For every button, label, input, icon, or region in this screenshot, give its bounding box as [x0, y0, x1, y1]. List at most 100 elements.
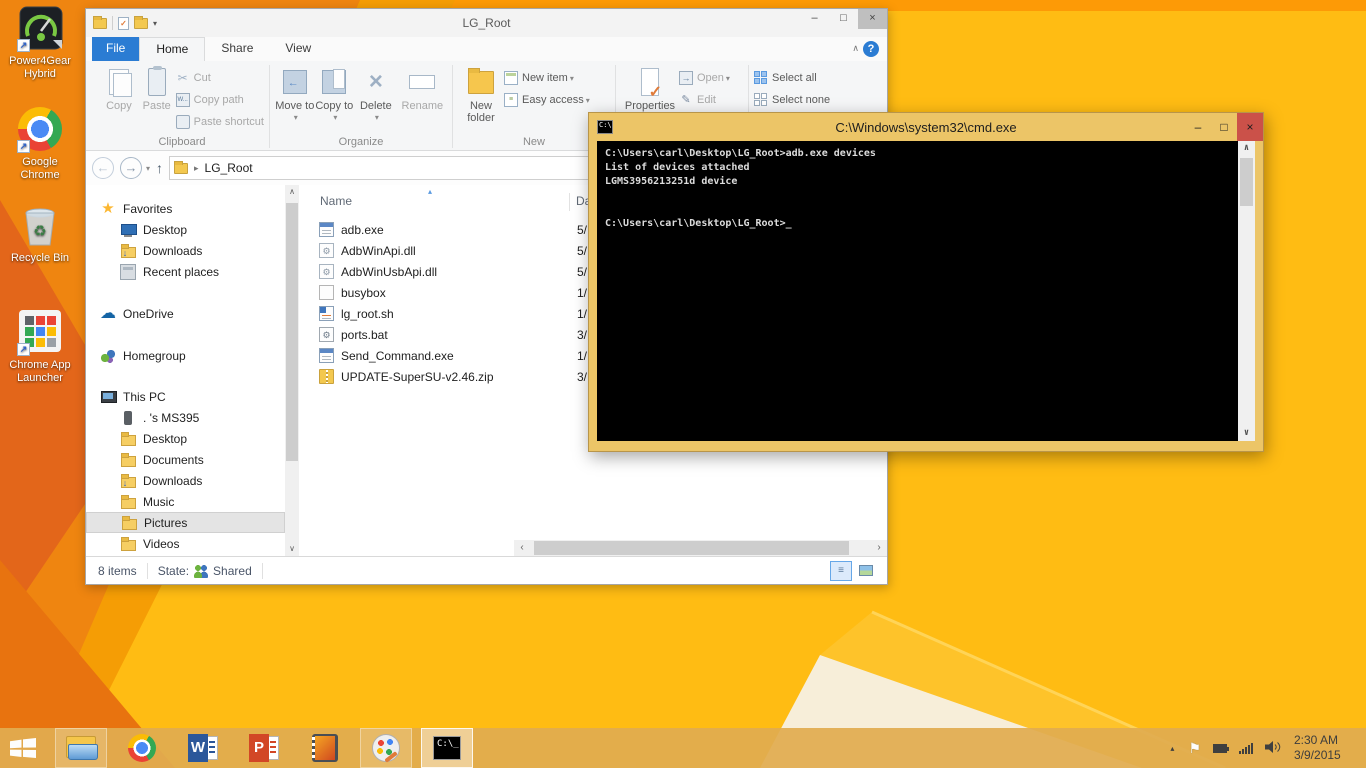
thumbnail-view-button[interactable] — [855, 561, 877, 581]
details-view-button[interactable]: ≡ — [830, 561, 852, 581]
scroll-up-icon[interactable]: ∧ — [1238, 141, 1255, 156]
taskbar-movie-maker[interactable] — [299, 728, 351, 768]
scrollbar-thumb[interactable] — [1240, 158, 1253, 206]
scroll-right-icon[interactable]: › — [871, 540, 887, 556]
taskbar-word[interactable]: W — [177, 728, 229, 768]
taskbar-file-explorer[interactable] — [55, 728, 107, 768]
scrollbar-thumb[interactable] — [286, 203, 298, 461]
show-hidden-icons-button[interactable]: ▴ — [1170, 744, 1174, 753]
forward-button[interactable]: → — [120, 157, 142, 179]
new-folder-button[interactable]: New folder — [458, 65, 504, 134]
cmd-window-title: C:\Windows\system32\cmd.exe — [589, 120, 1263, 135]
breadcrumb[interactable]: LG_Root — [205, 161, 253, 175]
ribbon-separator — [269, 65, 270, 148]
explorer-titlebar[interactable]: ✓ ▾ LG_Root – □ × — [86, 9, 887, 37]
desktop-icon-chrome[interactable]: ↗ Google Chrome — [2, 106, 78, 182]
explorer-close-button[interactable]: × — [858, 9, 887, 29]
select-none-button[interactable]: Select none — [754, 89, 830, 111]
cut-button[interactable]: ✂ Cut — [176, 67, 264, 89]
scroll-up-icon[interactable]: ∧ — [285, 185, 299, 199]
sidebar-item-pictures[interactable]: Pictures — [86, 512, 285, 533]
properties-qat-icon[interactable]: ✓ — [118, 17, 129, 30]
sidebar-item-documents[interactable]: Documents — [86, 449, 285, 470]
easy-access-button[interactable]: ≡ Easy access▾ — [504, 89, 590, 111]
minimize-ribbon-icon[interactable]: ∧ — [852, 43, 859, 54]
horizontal-scrollbar[interactable]: ‹ › — [514, 540, 887, 556]
sidebar-item-downloads-pc[interactable]: Downloads — [86, 470, 285, 491]
taskbar-paint[interactable] — [360, 728, 412, 768]
ribbon-group-clipboard: Copy Paste ✂ Cut W... Copy path Paste sh… — [96, 63, 268, 150]
paste-button[interactable]: Paste — [138, 65, 176, 134]
sidebar-item-desktop-pc[interactable]: Desktop — [86, 428, 285, 449]
back-button[interactable]: ← — [92, 157, 114, 179]
select-all-button[interactable]: Select all — [754, 67, 830, 89]
sidebar-item-homegroup[interactable]: Homegroup — [86, 345, 285, 366]
column-header-name[interactable]: Name — [320, 194, 352, 208]
scrollbar-thumb[interactable] — [534, 541, 849, 555]
up-button[interactable]: ↑ — [156, 160, 163, 176]
copy-path-button[interactable]: W... Copy path — [176, 89, 264, 111]
cmd-close-button[interactable]: × — [1237, 113, 1263, 141]
console-scrollbar[interactable]: ∧ ∨ — [1238, 141, 1255, 441]
qat-customize-caret-icon[interactable]: ▾ — [153, 19, 157, 28]
cmd-maximize-button[interactable]: □ — [1211, 120, 1237, 134]
quick-access-toolbar[interactable]: ✓ ▾ — [86, 16, 157, 30]
taskbar-clock[interactable]: 2:30 AM 3/9/2015 — [1294, 733, 1354, 763]
sidebar-item-phone[interactable]: . 's MS395 — [86, 407, 285, 428]
sidebar-item-music[interactable]: Music — [86, 491, 285, 512]
sidebar-item-videos[interactable]: Videos — [86, 533, 285, 554]
cmd-titlebar[interactable]: C:\Windows\system32\cmd.exe – □ × — [589, 113, 1263, 141]
desktop-icon-recycle-bin[interactable]: ♻ Recycle Bin — [2, 203, 78, 265]
sidebar-item-downloads[interactable]: Downloads — [86, 240, 285, 261]
taskbar-powerpoint[interactable]: P — [238, 728, 290, 768]
cmd-window[interactable]: C:\Windows\system32\cmd.exe – □ × C:\Use… — [588, 112, 1264, 452]
item-count: 8 items — [98, 564, 137, 578]
start-button[interactable] — [0, 728, 46, 768]
tab-view[interactable]: View — [269, 37, 327, 61]
tab-share[interactable]: Share — [205, 37, 269, 61]
recycle-bin-icon: ♻ — [17, 203, 63, 249]
rename-button[interactable]: Rename — [398, 65, 447, 134]
action-center-flag-icon[interactable]: ⚑ — [1188, 740, 1201, 757]
power4gear-icon: ↗ — [17, 6, 63, 52]
scroll-down-icon[interactable]: ∨ — [285, 542, 299, 556]
tab-home[interactable]: Home — [139, 37, 205, 61]
copy-button[interactable]: Copy — [100, 65, 138, 134]
column-divider[interactable] — [569, 193, 570, 211]
dll-file-icon: ⚙ — [319, 264, 334, 279]
copy-to-button[interactable]: Copy to▾ — [315, 65, 355, 134]
taskbar-cmd[interactable]: C:\_ — [421, 728, 473, 768]
move-to-button[interactable]: ← Move to▾ — [275, 65, 315, 134]
scroll-down-icon[interactable]: ∨ — [1238, 426, 1255, 441]
sidebar-item-favorites[interactable]: ★Favorites — [86, 198, 285, 219]
console-output[interactable]: C:\Users\carl\Desktop\LG_Root>adb.exe de… — [597, 141, 1255, 441]
ribbon-separator — [452, 65, 453, 148]
explorer-maximize-button[interactable]: □ — [829, 9, 858, 29]
network-signal-icon[interactable] — [1239, 742, 1253, 754]
taskbar: W P C:\_ ▴ ⚑ 2:30 AM 3/9/2015 — [0, 728, 1366, 768]
taskbar-chrome[interactable] — [116, 728, 168, 768]
new-item-button[interactable]: New item▾ — [504, 67, 590, 89]
battery-icon[interactable] — [1213, 744, 1227, 753]
edit-button[interactable]: ✎ Edit — [679, 89, 730, 111]
desktop-icon-power4gear[interactable]: ↗ Power4Gear Hybrid — [2, 6, 78, 81]
tab-file[interactable]: File — [92, 37, 139, 61]
edit-icon: ✎ — [679, 93, 693, 107]
recent-locations-caret-icon[interactable]: ▾ — [146, 164, 150, 173]
volume-icon[interactable] — [1265, 740, 1282, 757]
help-icon[interactable]: ? — [863, 41, 879, 57]
sidebar-item-onedrive[interactable]: ☁OneDrive — [86, 303, 285, 324]
sidebar-item-recent-places[interactable]: Recent places — [86, 261, 285, 282]
open-button[interactable]: Open▾ — [679, 67, 730, 89]
console-line: C:\Users\carl\Desktop\LG_Root>adb.exe de… — [605, 148, 1231, 162]
delete-button[interactable]: × Delete▾ — [354, 65, 398, 134]
sidebar-item-desktop[interactable]: Desktop — [86, 219, 285, 240]
desktop-icon-chrome-app-launcher[interactable]: ↗ Chrome App Launcher — [2, 308, 78, 385]
paste-shortcut-button[interactable]: Paste shortcut — [176, 111, 264, 133]
sidebar-item-this-pc[interactable]: This PC — [86, 386, 285, 407]
cmd-minimize-button[interactable]: – — [1185, 120, 1211, 134]
new-folder-qat-icon[interactable] — [134, 18, 148, 29]
explorer-minimize-button[interactable]: – — [800, 9, 829, 29]
scroll-left-icon[interactable]: ‹ — [514, 540, 530, 556]
sidebar-scrollbar[interactable]: ∧ ∨ — [285, 185, 299, 556]
